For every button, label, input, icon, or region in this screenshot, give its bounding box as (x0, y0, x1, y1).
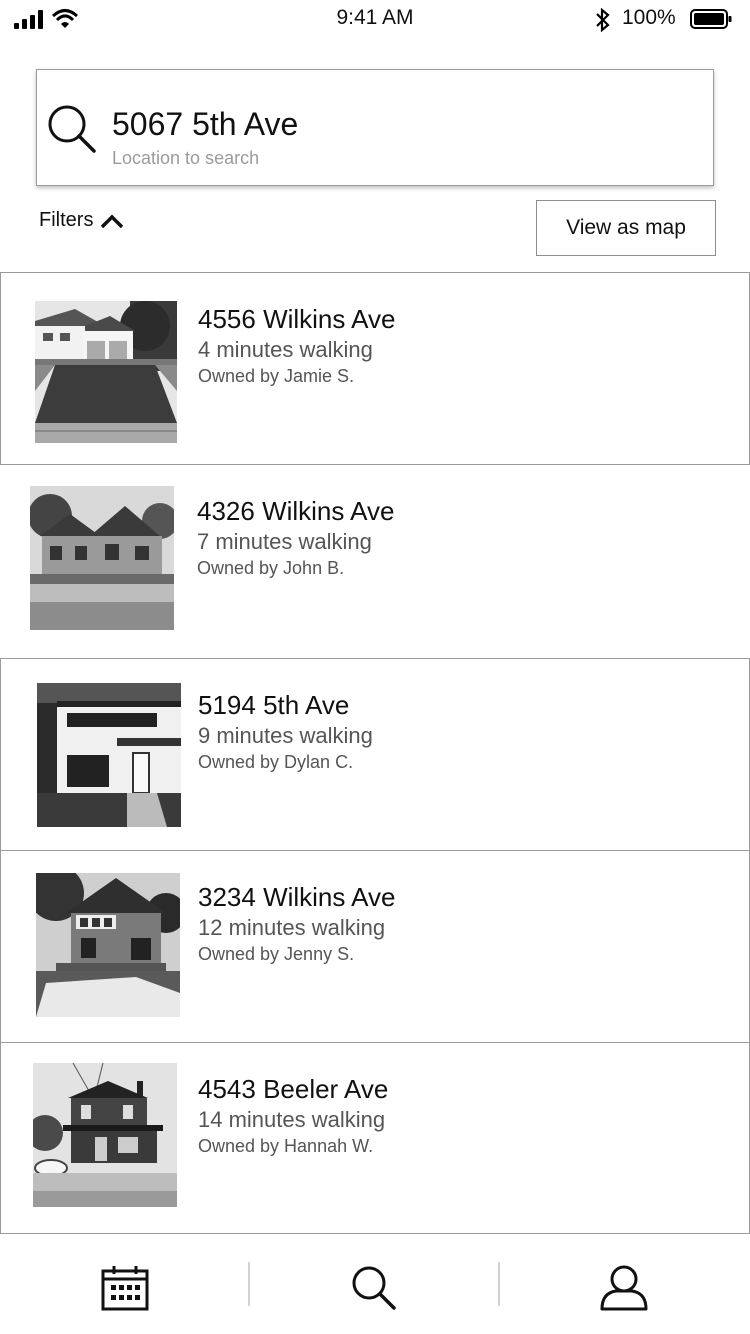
listing-owner: Owned by Jenny S. (198, 944, 355, 964)
filters-toggle[interactable]: Filters (39, 209, 125, 232)
view-as-map-button[interactable]: View as map (536, 200, 716, 256)
house-photo (33, 1063, 177, 1207)
listing-row[interactable]: 3234 Wilkins Ave 12 minutes walking Owne… (0, 850, 750, 1043)
listing-address: 4326 Wilkins Ave (197, 496, 395, 526)
search-input[interactable]: 5067 5th Ave (112, 106, 298, 143)
calendar-icon (101, 1266, 149, 1311)
status-bar: 9:41 AM 100% (0, 0, 750, 40)
listing-walk-time: 14 minutes walking (198, 1107, 386, 1132)
tab-calendar[interactable] (95, 1260, 155, 1316)
listing-walk-time: 9 minutes walking (198, 723, 373, 748)
listing-address: 3234 Wilkins Ave (198, 882, 396, 912)
tab-divider (248, 1262, 250, 1306)
listing-address: 4543 Beeler Ave (198, 1074, 389, 1104)
profile-icon (600, 1265, 648, 1311)
listing-walk-time: 4 minutes walking (198, 337, 373, 362)
battery-percent: 100% (622, 6, 676, 29)
house-photo (30, 486, 174, 630)
tab-search[interactable] (344, 1260, 404, 1316)
listing-row[interactable]: 4556 Wilkins Ave 4 minutes walking Owned… (0, 272, 750, 465)
listing-owner: Owned by Jamie S. (198, 366, 355, 386)
filters-label: Filters (39, 209, 94, 231)
listing-address: 5194 5th Ave (198, 690, 350, 720)
listing-row[interactable]: 5194 5th Ave 9 minutes walking Owned by … (0, 658, 750, 851)
tab-divider (498, 1262, 500, 1306)
listing-row[interactable]: 4543 Beeler Ave 14 minutes walking Owned… (0, 1042, 750, 1234)
search-icon (48, 105, 96, 153)
bluetooth-icon (596, 8, 610, 32)
listing-owner: Owned by John B. (197, 558, 345, 578)
listing-walk-time: 7 minutes walking (197, 529, 372, 554)
listing-row[interactable]: 4326 Wilkins Ave 7 minutes walking Owned… (0, 465, 750, 658)
house-photo (37, 683, 181, 827)
battery-icon (690, 9, 732, 29)
house-photo (36, 873, 180, 1017)
tab-bar (0, 1234, 750, 1334)
chevron-up-icon (101, 214, 124, 228)
search-icon (352, 1266, 396, 1310)
search-placeholder: Location to search (112, 148, 260, 168)
listing-address: 4556 Wilkins Ave (198, 304, 396, 334)
listing-owner: Owned by Dylan C. (198, 752, 354, 772)
listing-walk-time: 12 minutes walking (198, 915, 386, 940)
listing-owner: Owned by Hannah W. (198, 1136, 374, 1156)
house-photo (35, 301, 177, 443)
search-box[interactable]: 5067 5th Ave Location to search (36, 69, 714, 186)
tab-profile[interactable] (594, 1260, 654, 1316)
